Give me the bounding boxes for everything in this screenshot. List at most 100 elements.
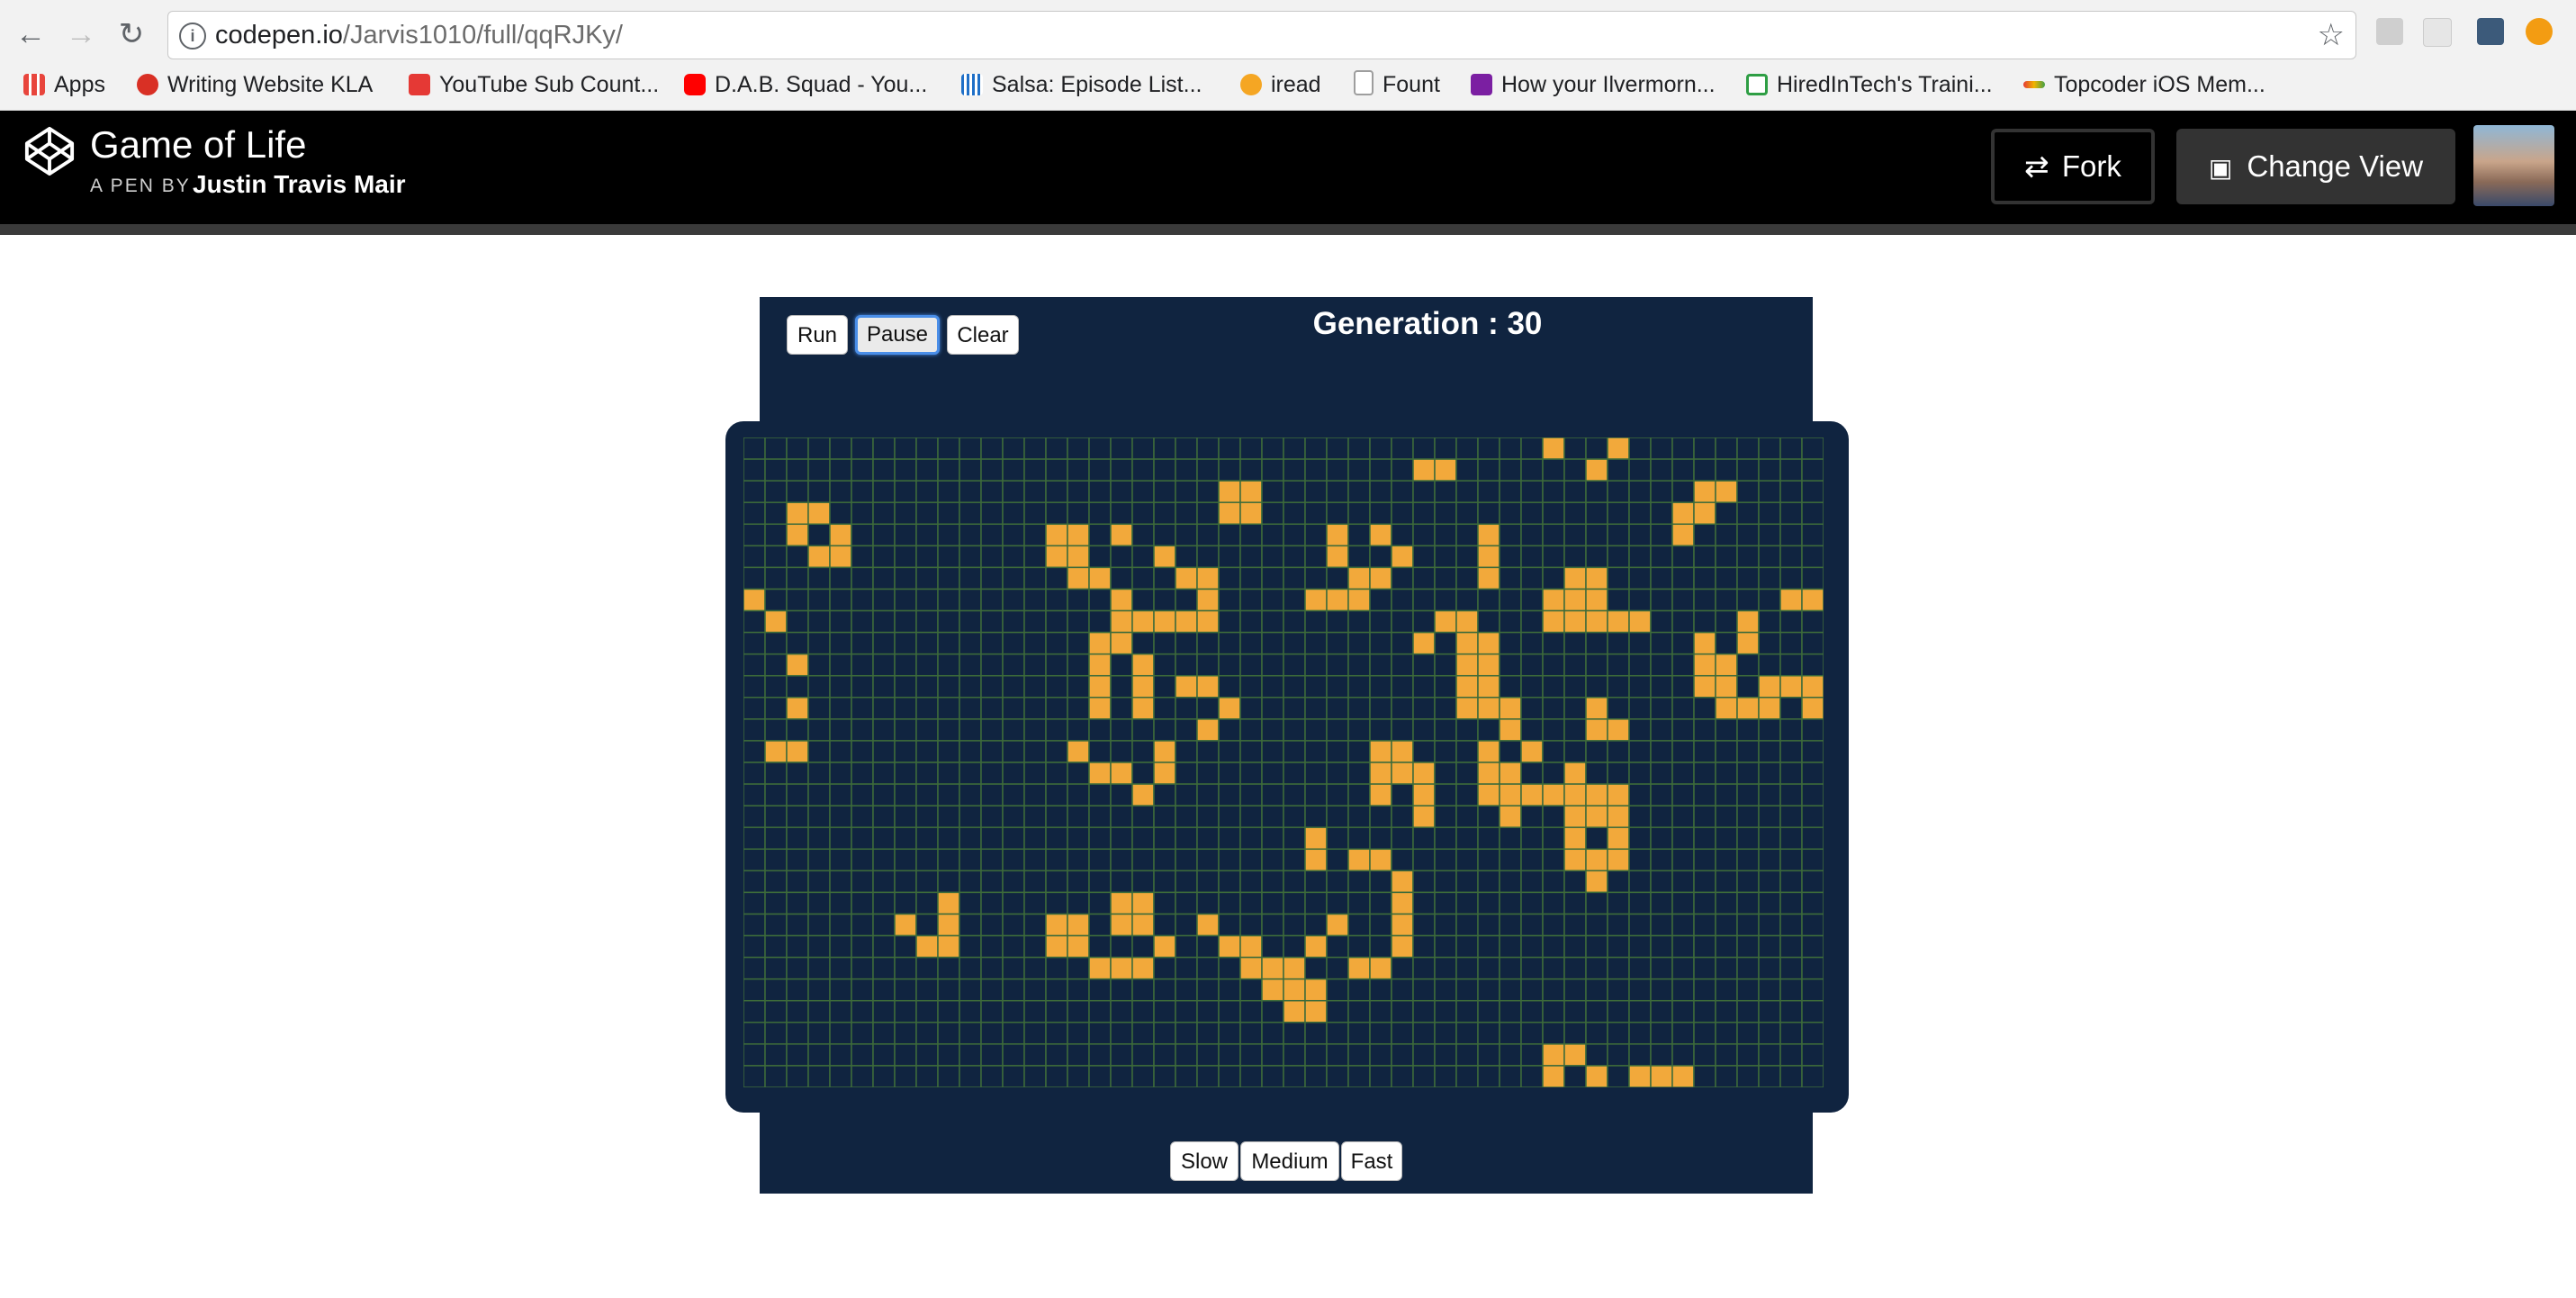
cell-dead[interactable] xyxy=(1585,437,1608,460)
cell-dead[interactable] xyxy=(1002,674,1025,699)
cell-dead[interactable] xyxy=(915,978,939,1002)
cell-alive[interactable] xyxy=(1477,523,1500,547)
cell-dead[interactable] xyxy=(1520,674,1544,699)
cell-dead[interactable] xyxy=(743,826,766,851)
cell-dead[interactable] xyxy=(829,480,852,503)
cell-dead[interactable] xyxy=(1779,870,1803,894)
cell-dead[interactable] xyxy=(1391,697,1414,720)
cell-dead[interactable] xyxy=(1369,609,1392,634)
cell-dead[interactable] xyxy=(980,762,1004,785)
cell-dead[interactable] xyxy=(1801,718,1824,742)
cell-dead[interactable] xyxy=(1110,480,1133,503)
cell-dead[interactable] xyxy=(1736,848,1760,872)
fast-button[interactable]: Fast xyxy=(1341,1141,1402,1181)
cell-dead[interactable] xyxy=(1153,805,1176,828)
cell-dead[interactable] xyxy=(1131,826,1155,851)
cell-alive[interactable] xyxy=(1175,609,1198,634)
cell-dead[interactable] xyxy=(1347,545,1371,569)
cell-dead[interactable] xyxy=(1326,609,1349,634)
cell-dead[interactable] xyxy=(1110,783,1133,807)
cell-dead[interactable] xyxy=(1671,934,1695,959)
cell-dead[interactable] xyxy=(1023,458,1047,482)
cell-dead[interactable] xyxy=(1131,740,1155,763)
cell-dead[interactable] xyxy=(1283,697,1306,720)
cell-dead[interactable] xyxy=(807,523,831,547)
cell-dead[interactable] xyxy=(1175,1022,1198,1045)
cell-dead[interactable] xyxy=(1499,609,1522,634)
cell-dead[interactable] xyxy=(1693,545,1716,569)
cell-dead[interactable] xyxy=(807,870,831,894)
cell-dead[interactable] xyxy=(743,674,766,699)
cell-dead[interactable] xyxy=(1023,913,1047,937)
cell-alive[interactable] xyxy=(1304,588,1328,612)
cell-dead[interactable] xyxy=(786,848,809,872)
cell-dead[interactable] xyxy=(1585,1043,1608,1067)
cell-dead[interactable] xyxy=(1715,1043,1738,1067)
cell-alive[interactable] xyxy=(1131,913,1155,937)
cell-dead[interactable] xyxy=(1542,718,1565,742)
cell-dead[interactable] xyxy=(1110,545,1133,569)
cell-dead[interactable] xyxy=(937,588,960,612)
cell-dead[interactable] xyxy=(851,1022,874,1045)
cell-dead[interactable] xyxy=(1369,826,1392,851)
cell-dead[interactable] xyxy=(1391,653,1414,677)
cell-dead[interactable] xyxy=(1196,1065,1220,1087)
cell-alive[interactable] xyxy=(1347,566,1371,590)
cell-alive[interactable] xyxy=(807,501,831,526)
cell-dead[interactable] xyxy=(1607,1065,1630,1087)
cell-dead[interactable] xyxy=(980,978,1004,1002)
cell-dead[interactable] xyxy=(1715,545,1738,569)
cell-dead[interactable] xyxy=(1196,740,1220,763)
cell-dead[interactable] xyxy=(807,697,831,720)
cell-dead[interactable] xyxy=(1110,999,1133,1023)
cell-dead[interactable] xyxy=(1671,870,1695,894)
cell-dead[interactable] xyxy=(743,934,766,959)
cell-dead[interactable] xyxy=(786,437,809,460)
cell-dead[interactable] xyxy=(786,674,809,699)
cell-dead[interactable] xyxy=(807,653,831,677)
cell-dead[interactable] xyxy=(1110,566,1133,590)
cell-dead[interactable] xyxy=(1261,934,1284,959)
cell-dead[interactable] xyxy=(1239,697,1263,720)
cell-dead[interactable] xyxy=(959,1065,982,1087)
cell-dead[interactable] xyxy=(829,437,852,460)
cell-dead[interactable] xyxy=(1239,1065,1263,1087)
cell-dead[interactable] xyxy=(872,783,896,807)
cell-dead[interactable] xyxy=(1088,891,1112,915)
cell-dead[interactable] xyxy=(1304,913,1328,937)
cell-dead[interactable] xyxy=(1758,848,1781,872)
cell-alive[interactable] xyxy=(1585,805,1608,828)
cell-dead[interactable] xyxy=(1693,848,1716,872)
cell-alive[interactable] xyxy=(1153,740,1176,763)
cell-dead[interactable] xyxy=(1499,458,1522,482)
cell-alive[interactable] xyxy=(1088,674,1112,699)
cell-dead[interactable] xyxy=(915,437,939,460)
cell-alive[interactable] xyxy=(1239,480,1263,503)
cell-dead[interactable] xyxy=(1023,609,1047,634)
cell-dead[interactable] xyxy=(1196,848,1220,872)
cell-dead[interactable] xyxy=(1261,1043,1284,1067)
cell-dead[interactable] xyxy=(1002,718,1025,742)
cell-dead[interactable] xyxy=(872,480,896,503)
cell-dead[interactable] xyxy=(1391,437,1414,460)
cell-alive[interactable] xyxy=(1153,934,1176,959)
cell-dead[interactable] xyxy=(786,805,809,828)
cell-dead[interactable] xyxy=(937,1022,960,1045)
cell-dead[interactable] xyxy=(1758,458,1781,482)
cell-dead[interactable] xyxy=(1088,1022,1112,1045)
cell-dead[interactable] xyxy=(1628,848,1652,872)
cell-dead[interactable] xyxy=(1434,545,1457,569)
cell-dead[interactable] xyxy=(1412,674,1436,699)
cell-dead[interactable] xyxy=(851,762,874,785)
cell-dead[interactable] xyxy=(1110,458,1133,482)
cell-dead[interactable] xyxy=(1455,805,1479,828)
cell-dead[interactable] xyxy=(1671,783,1695,807)
cell-dead[interactable] xyxy=(1542,501,1565,526)
cell-dead[interactable] xyxy=(1045,891,1068,915)
cell-dead[interactable] xyxy=(1412,609,1436,634)
cell-dead[interactable] xyxy=(1218,891,1241,915)
cell-dead[interactable] xyxy=(764,501,788,526)
cell-dead[interactable] xyxy=(1542,631,1565,655)
cell-dead[interactable] xyxy=(980,545,1004,569)
cell-alive[interactable] xyxy=(1110,891,1133,915)
